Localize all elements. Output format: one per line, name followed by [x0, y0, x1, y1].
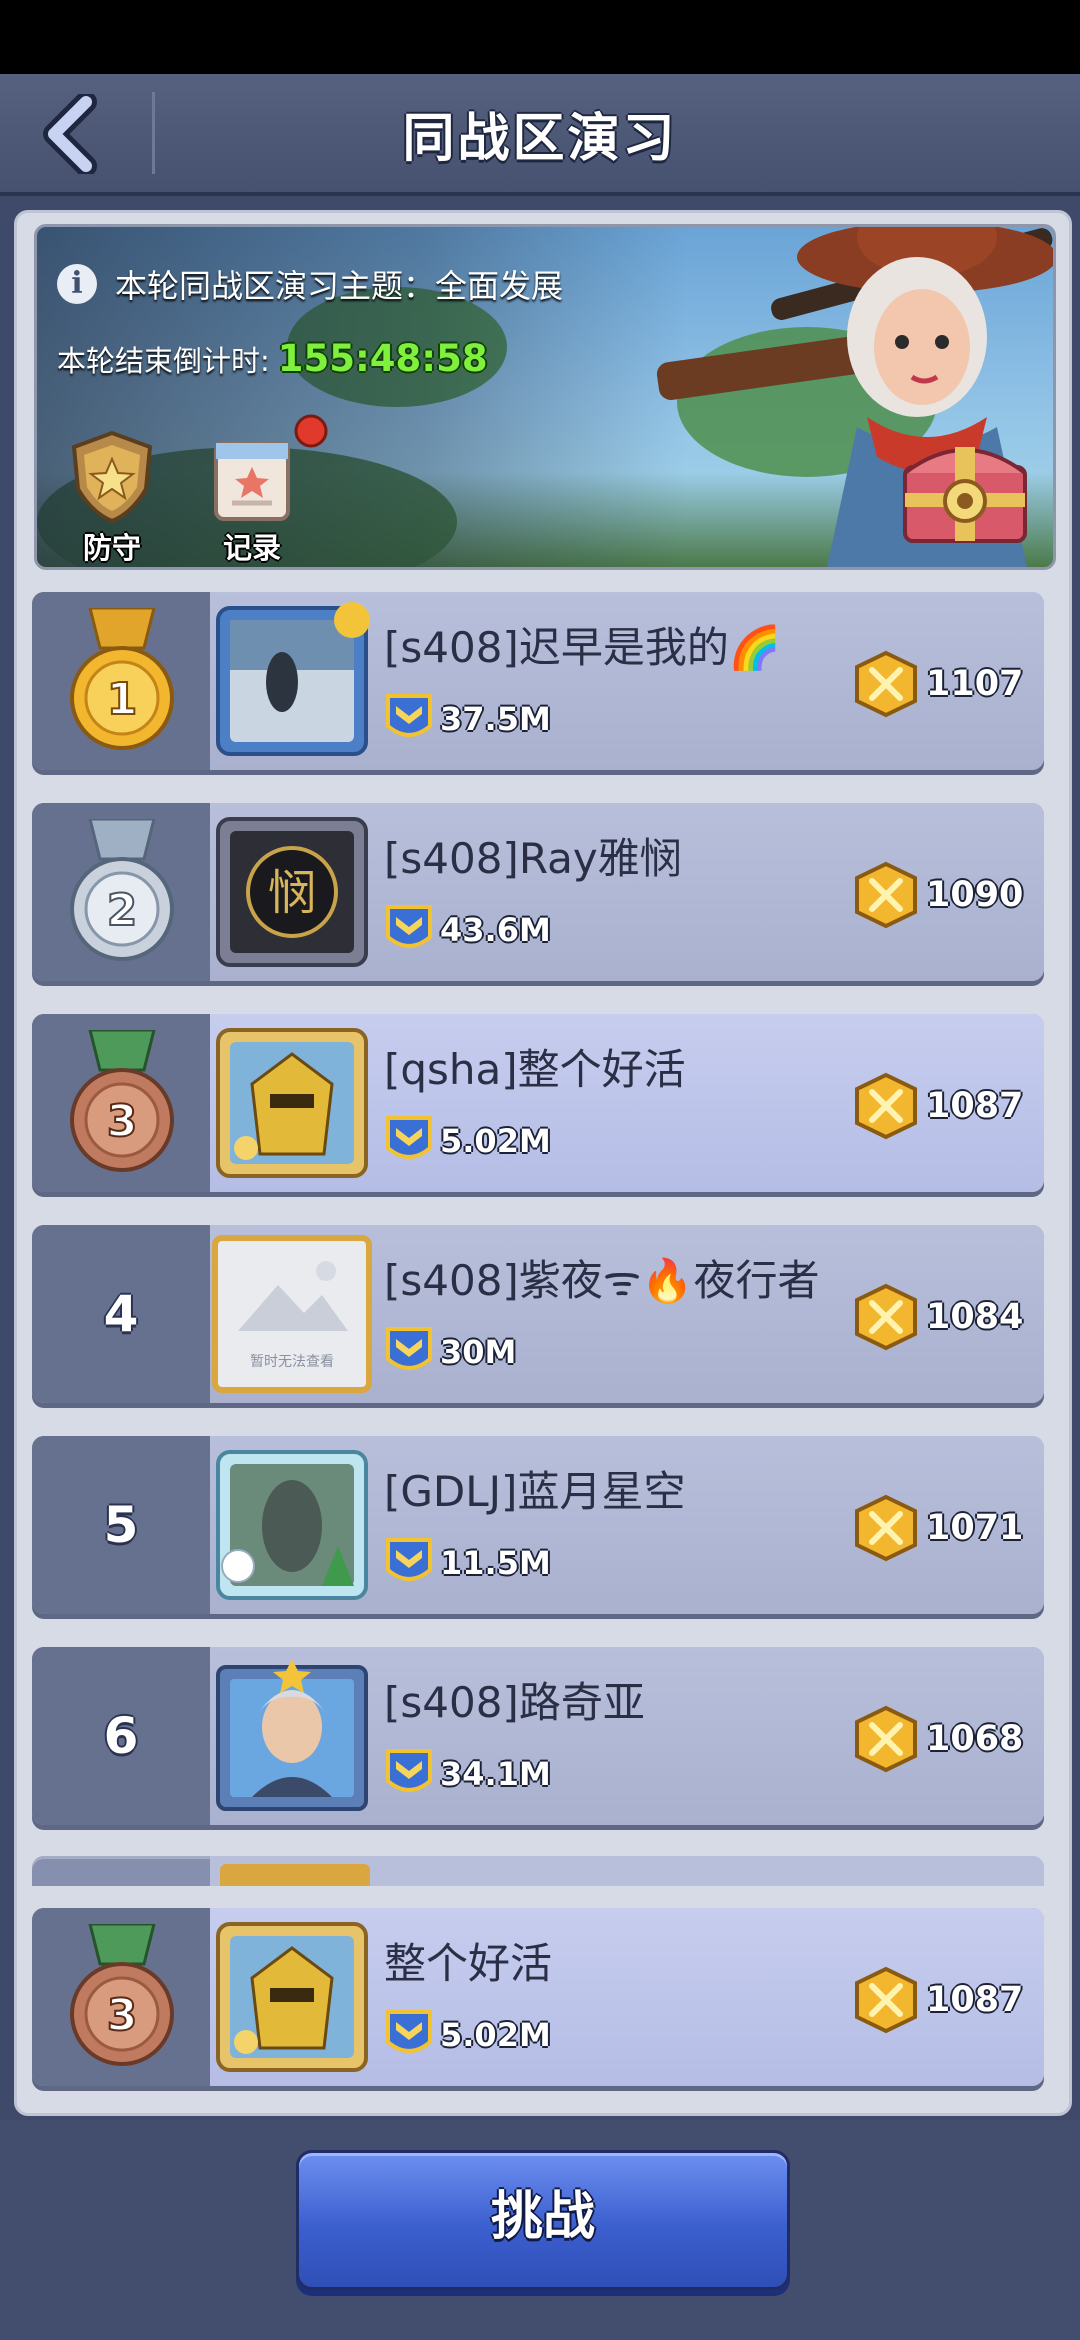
- rank-chevron-badge-icon: [386, 905, 432, 948]
- defense-label: 防守: [82, 531, 141, 565]
- record-button[interactable]: 记录: [197, 423, 307, 567]
- player-name: [s408]路奇亚: [384, 1678, 645, 1727]
- avatar-unavailable-caption: 暂时无法查看: [250, 1354, 334, 1370]
- notification-dot: [294, 414, 328, 448]
- player-name: 整个好活: [384, 1939, 553, 1988]
- star-shield-icon: [71, 430, 153, 524]
- record-label: 记录: [222, 531, 281, 565]
- rank-number: 6: [103, 1707, 139, 1765]
- page-title: 同战区演习: [402, 109, 678, 169]
- event-banner: i 本轮同战区演习主题：全面发展 本轮结束倒计时: 155:48:58 防守 记…: [34, 224, 1056, 570]
- score-value: 1084: [926, 1297, 1024, 1337]
- header-bar: 同战区演习: [0, 74, 1080, 196]
- defense-button[interactable]: 防守: [57, 427, 167, 567]
- rank-chevron-badge-icon: [386, 2010, 432, 2053]
- player-name: [GDLJ]蓝月星空: [384, 1467, 686, 1516]
- rank-number: 4: [103, 1285, 139, 1343]
- bronze-medal-icon: 3: [70, 1030, 174, 1172]
- my-ranking-row[interactable]: 3 整个好活 5.02M 1087: [32, 1908, 1044, 2086]
- score-value: 1087: [926, 1086, 1024, 1126]
- score-display: 1087: [852, 1072, 1023, 1140]
- gold-medal-icon: 1: [70, 608, 174, 750]
- power-value: 11.5M: [440, 1544, 551, 1582]
- score-value: 1107: [926, 664, 1024, 704]
- rank-chevron-badge-icon: [386, 1749, 432, 1792]
- avatar-frame-edge: [220, 1864, 370, 1886]
- rank-number: 1: [107, 674, 138, 725]
- rank-number: 3: [107, 1990, 138, 2041]
- power-display: 43.6M: [384, 903, 551, 957]
- score-display: 1084: [852, 1283, 1023, 1351]
- record-book-icon: [214, 441, 290, 521]
- player-avatar[interactable]: 暂时无法查看: [212, 1235, 372, 1393]
- score-display: 1071: [852, 1494, 1023, 1562]
- info-icon[interactable]: i: [57, 264, 97, 304]
- power-display: 30M: [384, 1325, 516, 1379]
- score-display: 1068: [852, 1705, 1023, 1773]
- power-value: 5.02M: [440, 2016, 551, 2054]
- score-value: 1090: [926, 875, 1024, 915]
- countdown-label: 本轮结束倒计时:: [57, 344, 270, 378]
- rank-chevron-badge-icon: [386, 1538, 432, 1581]
- power-display: 11.5M: [384, 1536, 551, 1590]
- countdown-row: 本轮结束倒计时: 155:48:58: [57, 337, 488, 380]
- player-name: [qsha]整个好活: [384, 1045, 686, 1094]
- player-avatar[interactable]: [212, 1446, 372, 1604]
- score-value: 1087: [926, 1980, 1024, 2020]
- player-avatar[interactable]: 悯: [212, 813, 372, 971]
- rank-number: 5: [103, 1496, 139, 1554]
- player-name: [s408]Ray雅悯: [384, 834, 682, 883]
- silver-medal-icon: 2: [70, 819, 174, 961]
- crossed-swords-badge-icon: [855, 1966, 917, 2034]
- power-display: 5.02M: [384, 1114, 551, 1168]
- ranking-row[interactable]: 6 [s408]路奇亚 34.1M 1068: [32, 1647, 1044, 1825]
- power-value: 5.02M: [440, 1122, 551, 1160]
- rank-number: 3: [107, 1096, 138, 1147]
- player-avatar[interactable]: [212, 1918, 372, 2076]
- ranking-row[interactable]: 4 暂时无法查看 [s408]紫夜ᯤ🔥夜行者 30M 1084: [32, 1225, 1044, 1403]
- player-name: [s408]迟早是我的🌈: [384, 623, 782, 672]
- theme-row: i 本轮同战区演习主题：全面发展: [57, 261, 563, 307]
- rank-chevron-badge-icon: [386, 1327, 432, 1370]
- status-bar: [0, 0, 1080, 74]
- crossed-swords-badge-icon: [855, 1283, 917, 1351]
- theme-text: 本轮同战区演习主题：全面发展: [115, 267, 564, 305]
- crossed-swords-badge-icon: [855, 650, 917, 718]
- score-display: 1090: [852, 861, 1023, 929]
- ranking-row[interactable]: 2 悯 [s408]Ray雅悯 43.6M 1090: [32, 803, 1044, 981]
- power-display: 5.02M: [384, 2008, 551, 2062]
- challenge-button[interactable]: 挑战: [296, 2150, 790, 2290]
- crossed-swords-badge-icon: [855, 1494, 917, 1562]
- ranking-row-self[interactable]: 3 [qsha]整个好活 5.02M 1087: [32, 1014, 1044, 1192]
- score-display: 1107: [852, 650, 1023, 718]
- treasure-chest-icon[interactable]: [895, 427, 1035, 547]
- rank-number: 2: [107, 885, 138, 936]
- image-placeholder-icon: [238, 1261, 348, 1331]
- player-avatar[interactable]: [212, 602, 372, 760]
- score-value: 1068: [926, 1719, 1024, 1759]
- score-display: 1087: [852, 1966, 1023, 2034]
- bronze-medal-icon: 3: [70, 1924, 174, 2066]
- crossed-swords-badge-icon: [855, 861, 917, 929]
- countdown-timer: 155:48:58: [277, 337, 488, 380]
- ranking-row-partial: [32, 1856, 1044, 1886]
- player-name: [s408]紫夜ᯤ🔥夜行者: [384, 1256, 820, 1305]
- player-avatar[interactable]: [212, 1024, 372, 1182]
- power-value: 43.6M: [440, 911, 551, 949]
- player-avatar[interactable]: [212, 1657, 372, 1815]
- power-value: 30M: [440, 1333, 517, 1371]
- rank-chevron-badge-icon: [386, 694, 432, 737]
- power-display: 37.5M: [384, 692, 551, 746]
- svg-text:悯: 悯: [268, 865, 316, 921]
- crossed-swords-badge-icon: [855, 1072, 917, 1140]
- power-value: 37.5M: [440, 700, 551, 738]
- score-value: 1071: [926, 1508, 1024, 1548]
- ranking-row[interactable]: 1 [s408]迟早是我的🌈 37.5M 1107: [32, 592, 1044, 770]
- power-display: 34.1M: [384, 1747, 551, 1801]
- crossed-swords-badge-icon: [855, 1705, 917, 1773]
- rank-chevron-badge-icon: [386, 1116, 432, 1159]
- ranking-row[interactable]: 5 [GDLJ]蓝月星空 11.5M 1071: [32, 1436, 1044, 1614]
- power-value: 34.1M: [440, 1755, 551, 1793]
